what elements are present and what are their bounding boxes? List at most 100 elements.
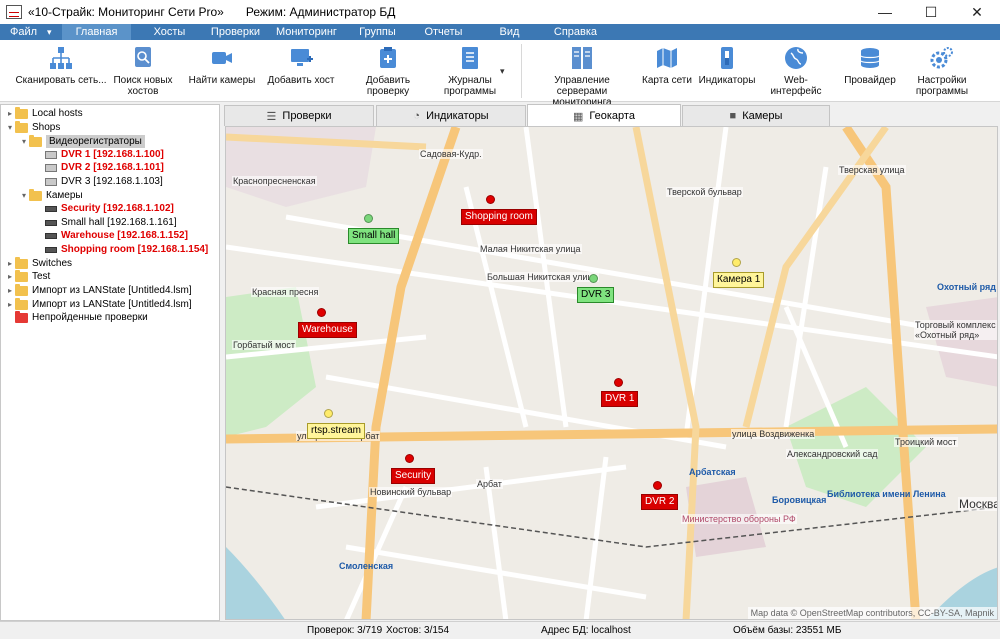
minimize-button[interactable]: — [862,0,908,24]
geo-map[interactable]: Краснопресненская улица Новый Арбат улиц… [225,126,998,620]
tab-monitoring[interactable]: Мониторинг [271,24,341,40]
expand-icon[interactable]: ▸ [5,270,15,283]
close-button[interactable]: ✕ [954,0,1000,24]
camera1-pin[interactable] [732,258,741,267]
tree-item-dvr1[interactable]: DVR 1 [192.168.1.100] [45,148,164,161]
collapse-icon[interactable]: ▾ [5,121,15,134]
street-label: Тверской бульвар [666,187,743,197]
app-icon [6,5,22,19]
maximize-button[interactable]: ☐ [908,0,954,24]
tab-hosts[interactable]: Хосты [139,24,199,40]
program-settings-button[interactable]: Настройки программы [910,44,974,97]
scan-network-label: Сканировать сеть... [15,75,107,86]
collapse-icon[interactable]: ▾ [19,189,29,202]
tree-item-import-1[interactable]: ▸ Импорт из LANState [Untitled4.lsm] [5,283,192,297]
tab-checks[interactable]: Проверки [205,24,265,40]
monitoring-servers-button[interactable]: Управление серверами мониторинга [528,44,636,108]
dvr2-marker[interactable]: DVR 2 [641,494,679,510]
expand-icon[interactable]: ▸ [5,107,15,120]
rtsp-stream-marker[interactable]: rtsp.stream [307,423,366,439]
collapse-icon[interactable]: ▾ [19,135,29,148]
tree-item-test[interactable]: ▸ Test [5,269,50,283]
tree-item-failed-checks[interactable]: Непройденные проверки [5,310,148,324]
scan-network-button[interactable]: Сканировать сеть... [14,44,108,86]
mode-label: Режим: Администратор БД [245,5,396,19]
search-new-hosts-button[interactable]: Поиск новых хостов [110,44,176,97]
provider-icon [856,44,884,72]
tab-main[interactable]: Главная [61,24,132,40]
place-label: Торговый комплекс «Охотный ряд» [914,320,997,340]
small-hall-marker[interactable]: Small hall [348,228,400,244]
place-label: Красная пресня [251,287,320,297]
folder-icon [29,134,42,147]
title-bar: «10-Страйк: Мониторинг Сети Pro» Режим: … [0,0,1000,24]
tree-item-local-hosts[interactable]: ▸ Local hosts [5,106,83,120]
tab-help[interactable]: Справка [545,24,605,40]
tab-checks-view[interactable]: ☰ Проверки [224,105,374,126]
tab-geomap-view[interactable]: ▦ Геокарта [527,104,681,127]
indicators-button[interactable]: Индикаторы [696,44,758,86]
expand-icon[interactable]: ▸ [5,284,15,297]
tree-item-dvr2[interactable]: DVR 2 [192.168.1.101] [45,161,164,174]
tree-item-security[interactable]: Security [192.168.1.102] [45,202,174,215]
tree-item-warehouse[interactable]: Warehouse [192.168.1.152] [45,229,188,242]
tree-item-dvr-group[interactable]: ▾ Видеорегистраторы [19,134,145,148]
program-settings-label: Настройки программы [915,75,969,97]
security-pin[interactable] [405,454,414,463]
tree-item-label: Импорт из LANState [Untitled4.lsm] [32,285,192,296]
find-cameras-button[interactable]: Найти камеры [186,44,258,86]
network-map-icon [653,44,681,72]
tab-reports[interactable]: Отчеты [413,24,473,40]
warehouse-marker[interactable]: Warehouse [298,322,357,338]
tree-item-switches[interactable]: ▸ Switches [5,256,72,270]
metro-label: Боровицкая [772,495,827,505]
provider-button[interactable]: Провайдер [842,44,898,86]
quick-access-dropdown[interactable]: ▾ [43,24,62,40]
tree-item-small-hall[interactable]: Small hall [192.168.1.161] [45,216,177,229]
expand-icon[interactable]: ▸ [5,298,15,311]
tree-item-cameras-group[interactable]: ▾ Камеры [19,188,83,202]
security-marker[interactable]: Security [391,468,436,484]
settings-icon [928,44,956,72]
gauge-icon: ◔ [413,110,421,122]
tree-item-dvr3[interactable]: DVR 3 [192.168.1.103] [45,175,163,188]
dvr1-marker[interactable]: DVR 1 [601,391,639,407]
web-interface-button[interactable]: Web-интерфейс [760,44,832,97]
tab-indicators-view[interactable]: ◔ Индикаторы [376,105,526,126]
street-label: Тверская улица [838,165,906,175]
provider-label: Провайдер [844,75,896,86]
map-attribution[interactable]: Map data © OpenStreetMap contributors, C… [747,607,997,619]
file-menu[interactable]: Файл [0,24,43,40]
tab-label: Геокарта [589,110,635,122]
street-label: Малая Никитская улица [479,244,582,254]
add-check-button[interactable]: Добавить проверку [344,44,432,97]
small-hall-pin[interactable] [364,214,373,223]
tab-view[interactable]: Вид [479,24,539,40]
tab-cameras-view[interactable]: ■ Камеры [682,105,830,126]
map-background [226,127,997,619]
network-map-button[interactable]: Карта сети [642,44,692,86]
dvr-icon [45,163,57,172]
tree-item-shops[interactable]: ▾ Shops [5,120,60,134]
rtsp-stream-pin[interactable] [324,409,333,418]
dvr3-marker[interactable]: DVR 3 [577,287,615,303]
status-bar: Проверок: 3/719 Хостов: 3/154 Адрес БД: … [0,621,1000,639]
tree-item-label: DVR 2 [192.168.1.101] [61,162,164,173]
db-size: Объём базы: 23551 МБ [733,625,842,636]
shopping-room-marker[interactable]: Shopping room [461,209,537,225]
dvr3-pin[interactable] [589,274,598,283]
add-host-button[interactable]: Добавить хост [264,44,338,86]
warehouse-pin[interactable] [317,308,326,317]
shopping-room-pin[interactable] [486,195,495,204]
expand-icon[interactable]: ▸ [5,257,15,270]
ribbon-chevron-down-icon[interactable]: ▾ [500,66,505,77]
tab-groups[interactable]: Группы [347,24,407,40]
tree-item-shopping-room[interactable]: Shopping room [192.168.1.154] [45,243,208,256]
city-label: Москва [958,497,997,511]
program-logs-button[interactable]: Журналы программы [436,44,504,97]
dvr1-pin[interactable] [614,378,623,387]
folder-icon [15,256,28,269]
camera1-marker[interactable]: Камера 1 [713,272,765,288]
tree-item-import-2[interactable]: ▸ Импорт из LANState [Untitled4.lsm] [5,297,192,311]
dvr2-pin[interactable] [653,481,662,490]
